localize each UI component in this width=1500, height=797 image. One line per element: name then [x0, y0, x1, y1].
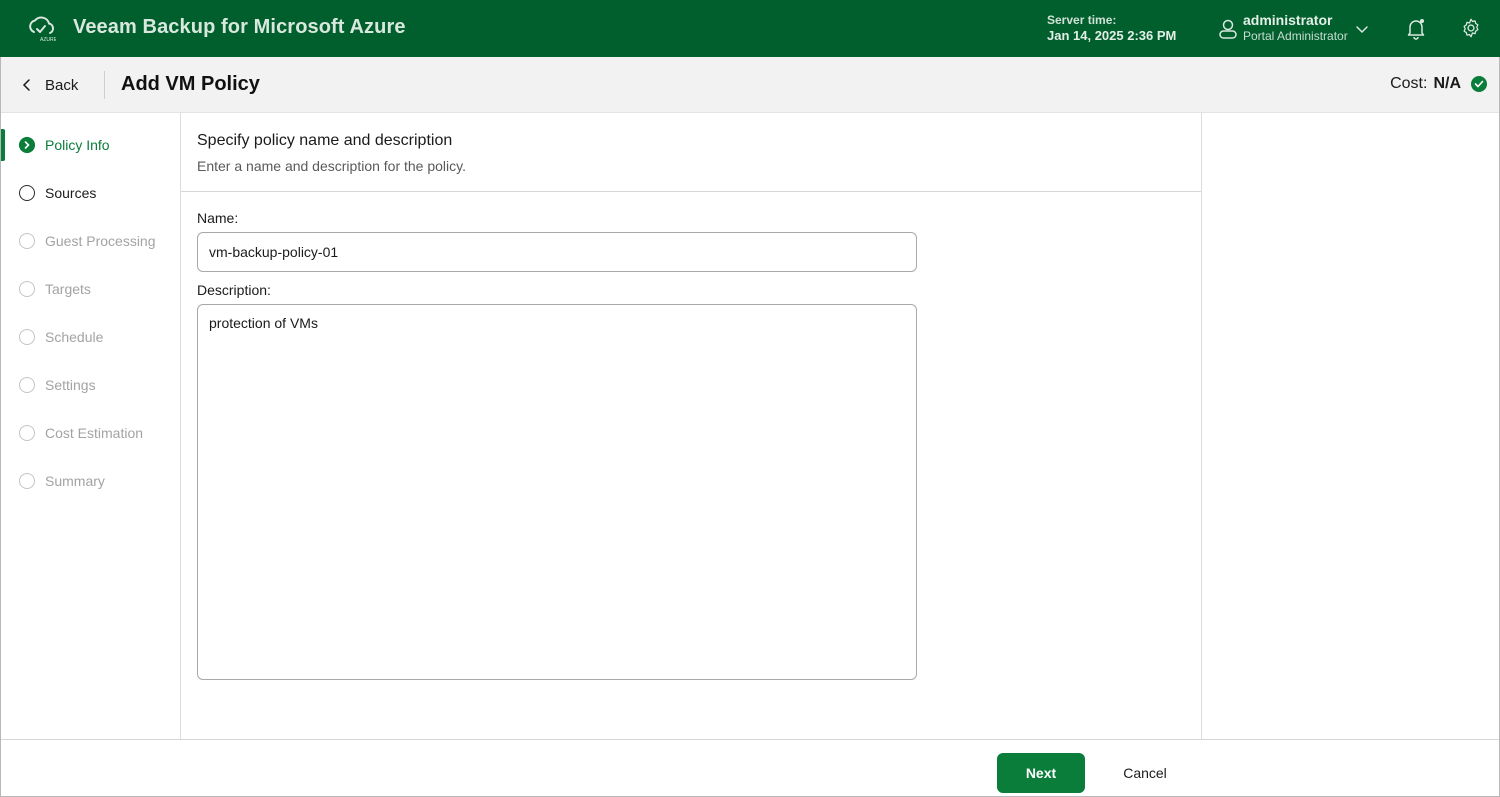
- section-header: Specify policy name and description Ente…: [181, 113, 1201, 192]
- user-icon[interactable]: [1218, 18, 1238, 40]
- svg-text:AZURE: AZURE: [40, 37, 56, 43]
- page-title: Add VM Policy: [121, 73, 260, 95]
- step-circle-icon: [19, 425, 35, 441]
- check-circle-icon: [1471, 76, 1487, 92]
- section-title: Specify policy name and description: [197, 132, 453, 149]
- step-circle-icon: [19, 473, 35, 489]
- step-settings: Settings: [1, 369, 179, 401]
- chevron-down-icon[interactable]: [1354, 21, 1370, 37]
- server-time-value: Jan 14, 2025 2:36 PM: [1047, 28, 1177, 43]
- user-role: Portal Administrator: [1243, 29, 1348, 43]
- user-menu[interactable]: administrator Portal Administrator: [1243, 12, 1348, 44]
- server-time-label: Server time:: [1047, 13, 1117, 27]
- section-description: Enter a name and description for the pol…: [197, 158, 467, 174]
- cost-label: Cost:: [1390, 75, 1428, 92]
- cost-indicator: Cost: N/A: [1390, 75, 1487, 93]
- step-active-icon: [19, 137, 35, 153]
- page-header: Back Add VM Policy Cost: N/A: [1, 57, 1499, 113]
- step-cost-estimation: Cost Estimation: [1, 417, 179, 449]
- cancel-button[interactable]: Cancel: [1105, 753, 1185, 793]
- cost-value: N/A: [1433, 75, 1461, 92]
- chevron-left-icon: [22, 79, 30, 91]
- step-circle-icon: [19, 281, 35, 297]
- step-label: Schedule: [45, 329, 104, 345]
- policy-info-form: Specify policy name and description Ente…: [181, 113, 1202, 739]
- header-divider: [104, 71, 105, 99]
- step-policy-info[interactable]: Policy Info: [1, 129, 179, 161]
- step-circle-icon: [19, 329, 35, 345]
- step-label: Targets: [45, 281, 91, 297]
- step-sources[interactable]: Sources: [1, 177, 179, 209]
- step-schedule: Schedule: [1, 321, 179, 353]
- active-step-marker: [1, 129, 5, 161]
- back-button[interactable]: Back: [21, 75, 78, 95]
- step-label: Policy Info: [45, 137, 110, 153]
- wizard-footer: Next Cancel: [1, 739, 1499, 796]
- step-label: Guest Processing: [45, 233, 156, 249]
- step-label: Summary: [45, 473, 105, 489]
- name-label: Name:: [197, 210, 239, 226]
- step-circle-icon: [19, 233, 35, 249]
- step-circle-icon: [19, 377, 35, 393]
- step-summary: Summary: [1, 465, 179, 497]
- step-label: Settings: [45, 377, 96, 393]
- step-circle-icon: [19, 185, 35, 201]
- step-guest-processing: Guest Processing: [1, 225, 179, 257]
- name-input[interactable]: [197, 232, 917, 272]
- server-time: Server time: Jan 14, 2025 2:36 PM: [1047, 12, 1176, 44]
- bell-icon[interactable]: [1405, 17, 1427, 41]
- user-name: administrator: [1243, 12, 1333, 28]
- app-title: Veeam Backup for Microsoft Azure: [73, 16, 406, 38]
- description-textarea[interactable]: protection of VMs: [197, 304, 917, 680]
- back-label: Back: [45, 76, 79, 94]
- step-label: Cost Estimation: [45, 425, 144, 441]
- veeam-azure-cloud-icon[interactable]: AZURE: [26, 14, 56, 44]
- next-button[interactable]: Next: [997, 753, 1085, 793]
- step-label: Sources: [45, 185, 97, 201]
- description-label: Description:: [197, 282, 271, 298]
- top-header: AZURE Veeam Backup for Microsoft Azure S…: [0, 0, 1500, 57]
- step-targets: Targets: [1, 273, 179, 305]
- gear-icon[interactable]: [1460, 17, 1482, 39]
- wizard-steps: Policy Info Sources Guest Processing Tar…: [1, 113, 181, 739]
